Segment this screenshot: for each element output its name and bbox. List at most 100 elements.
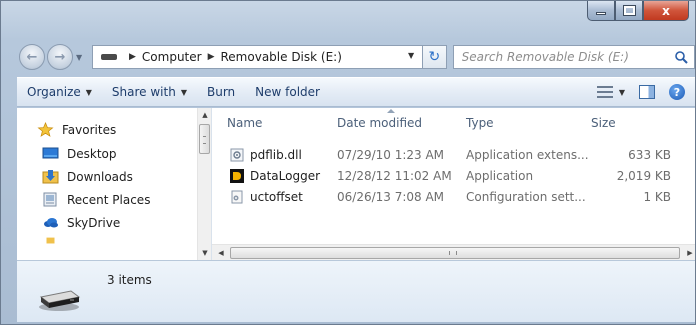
- sort-ascending-icon: [387, 109, 395, 113]
- file-name-cell[interactable]: DataLogger: [212, 168, 337, 183]
- scroll-left-icon[interactable]: ◀: [214, 245, 228, 261]
- breadcrumb-computer[interactable]: Computer: [142, 50, 202, 64]
- back-arrow-icon: ←: [26, 49, 38, 65]
- navigation-pane: Favorites Desktop Downloads Recent Place…: [17, 108, 212, 260]
- skydrive-cloud-icon: [44, 218, 58, 228]
- file-date: 07/29/10 1:23 AM: [337, 147, 445, 162]
- nav-item-recent-places[interactable]: Recent Places: [17, 188, 197, 211]
- refresh-button[interactable]: ↻: [423, 45, 447, 69]
- search-input[interactable]: [461, 50, 672, 64]
- nav-item-desktop[interactable]: Desktop: [17, 142, 197, 165]
- column-size-label: Size: [591, 116, 616, 130]
- forward-button[interactable]: →: [47, 44, 73, 70]
- file-size: 1 KB: [643, 189, 671, 204]
- libraries-icon: [46, 237, 55, 244]
- file-row[interactable]: pdflib.dll 07/29/10 1:23 AM Application …: [212, 144, 695, 165]
- desktop-icon: [42, 147, 59, 159]
- nav-label-desktop: Desktop: [67, 146, 117, 161]
- scroll-right-icon[interactable]: ▶: [683, 245, 695, 261]
- nav-item-partial: [17, 234, 197, 246]
- explorer-window: x ← → ▼ ▶ Computer ▶ Removable Disk (E:)…: [0, 0, 696, 325]
- nav-label-skydrive: SkyDrive: [67, 215, 121, 230]
- refresh-icon: ↻: [428, 49, 441, 65]
- new-folder-label: New folder: [255, 85, 320, 99]
- nav-list: Favorites Desktop Downloads Recent Place…: [17, 118, 197, 246]
- horizontal-scroll-thumb[interactable]: [230, 247, 680, 259]
- file-type: Application extens...: [466, 147, 589, 162]
- column-header-type[interactable]: Type: [466, 108, 591, 138]
- file-name-cell[interactable]: uctoffset: [212, 190, 337, 204]
- organize-button[interactable]: Organize ▼: [17, 78, 102, 106]
- maximize-button[interactable]: [615, 1, 643, 21]
- forward-arrow-icon: →: [54, 49, 66, 65]
- breadcrumb-removable-disk[interactable]: Removable Disk (E:): [221, 50, 342, 64]
- file-name-cell[interactable]: pdflib.dll: [212, 148, 337, 162]
- minimize-button[interactable]: [587, 1, 615, 21]
- file-row[interactable]: DataLogger 12/28/12 11:02 AM Application…: [212, 165, 695, 186]
- column-headers: Name Date modified Type Size: [212, 108, 695, 138]
- share-with-label: Share with: [111, 85, 176, 99]
- preview-pane-icon[interactable]: [639, 85, 655, 99]
- chevron-down-icon[interactable]: ▼: [619, 88, 625, 97]
- recent-places-icon: [43, 192, 57, 207]
- scroll-down-icon[interactable]: ▼: [198, 246, 212, 260]
- file-name: pdflib.dll: [250, 147, 302, 162]
- column-type-label: Type: [466, 116, 494, 130]
- search-icon[interactable]: [674, 50, 688, 64]
- file-name: uctoffset: [250, 189, 303, 204]
- command-bar: Organize ▼ Share with ▼ Burn New folder ▼ …: [17, 77, 695, 107]
- file-type: Application: [466, 168, 534, 183]
- column-name-label: Name: [227, 116, 263, 130]
- config-file-icon: [231, 190, 243, 203]
- column-header-size[interactable]: Size: [591, 108, 616, 138]
- new-folder-button[interactable]: New folder: [245, 78, 330, 106]
- content-area: Favorites Desktop Downloads Recent Place…: [17, 108, 695, 261]
- chevron-down-icon: ▼: [85, 87, 92, 97]
- nav-item-skydrive[interactable]: SkyDrive: [17, 211, 197, 234]
- address-bar[interactable]: ▶ Computer ▶ Removable Disk (E:) ▼: [92, 45, 424, 69]
- window-controls: x: [587, 1, 689, 21]
- close-button[interactable]: x: [643, 1, 689, 21]
- file-date: 12/28/12 11:02 AM: [337, 168, 452, 183]
- file-size: 2,019 KB: [616, 168, 671, 183]
- address-dropdown-icon[interactable]: ▼: [408, 51, 414, 60]
- help-icon[interactable]: ?: [669, 84, 685, 100]
- downloads-folder-icon: [42, 170, 59, 184]
- details-pane: 3 items: [17, 260, 695, 322]
- close-icon: x: [662, 3, 670, 18]
- file-list-pane: Name Date modified Type Size pdflib.dll …: [212, 108, 695, 261]
- toolbar-right: ▼ ?: [596, 84, 695, 100]
- recent-pages-dropdown[interactable]: ▼: [76, 53, 86, 62]
- chevron-right-icon[interactable]: ▶: [208, 52, 215, 62]
- column-date-label: Date modified: [337, 116, 423, 130]
- column-header-date[interactable]: Date modified: [337, 108, 466, 138]
- search-box[interactable]: [452, 45, 695, 69]
- nav-buttons: ← → ▼: [19, 44, 86, 70]
- file-type: Configuration sett...: [466, 189, 586, 204]
- nav-scroll-thumb[interactable]: [199, 124, 210, 154]
- back-button[interactable]: ←: [19, 44, 45, 70]
- item-count: 3 items: [107, 273, 152, 287]
- nav-item-downloads[interactable]: Downloads: [17, 165, 197, 188]
- nav-label-recent-places: Recent Places: [67, 192, 151, 207]
- file-rows: pdflib.dll 07/29/10 1:23 AM Application …: [212, 144, 695, 207]
- chevron-right-icon[interactable]: ▶: [129, 52, 136, 62]
- burn-label: Burn: [206, 85, 236, 99]
- star-icon: [37, 122, 54, 137]
- file-name: DataLogger: [250, 168, 321, 183]
- burn-button[interactable]: Burn: [197, 78, 245, 106]
- horizontal-scrollbar[interactable]: ◀ ▶: [212, 244, 695, 261]
- change-view-icon[interactable]: [596, 86, 613, 98]
- chevron-down-icon: ▼: [180, 87, 187, 97]
- file-size: 633 KB: [628, 147, 671, 162]
- file-date: 06/26/13 7:08 AM: [337, 189, 445, 204]
- file-row[interactable]: uctoffset 06/26/13 7:08 AM Configuration…: [212, 186, 695, 207]
- nav-item-favorites[interactable]: Favorites: [17, 118, 197, 141]
- nav-scrollbar[interactable]: ▲ ▼: [197, 108, 211, 260]
- share-with-button[interactable]: Share with ▼: [102, 78, 197, 106]
- column-header-name[interactable]: Name: [212, 108, 337, 138]
- nav-label-downloads: Downloads: [67, 169, 133, 184]
- scroll-up-icon[interactable]: ▲: [198, 108, 212, 122]
- organize-label: Organize: [27, 85, 81, 99]
- dll-icon: [230, 148, 244, 161]
